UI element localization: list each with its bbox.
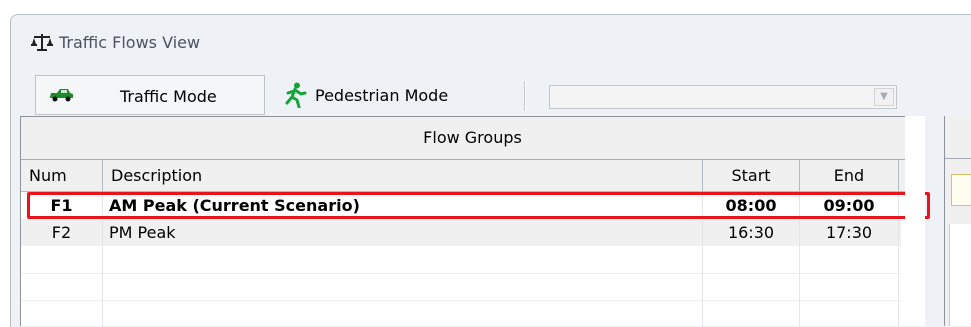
pedestrian-mode-button[interactable]: Pedestrian Mode xyxy=(277,75,507,115)
table-row[interactable]: F1 AM Peak (Current Scenario) 08:00 09:0… xyxy=(21,192,901,219)
flow-groups-table: Flow Groups Num Description Start End F1… xyxy=(20,116,925,327)
chevron-down-icon[interactable]: ▼ xyxy=(874,88,894,106)
car-icon xyxy=(50,89,73,102)
title-bar: Traffic Flows View xyxy=(11,15,971,59)
side-panel-header xyxy=(945,116,971,159)
table-scroll-area[interactable] xyxy=(905,116,925,326)
mode-toolbar: Traffic Mode Pedestrian Mode ▼ xyxy=(27,71,971,121)
column-header-num[interactable]: Num xyxy=(21,160,103,191)
toolbar-separator xyxy=(524,81,526,111)
row-end: 17:30 xyxy=(800,219,899,246)
row-start: 16:30 xyxy=(703,219,800,246)
flow-group-selector[interactable]: ▼ xyxy=(549,85,897,109)
scales-icon xyxy=(31,34,53,51)
row-num: F1 xyxy=(21,192,103,219)
empty-table-row[interactable] xyxy=(21,273,901,301)
side-panel-tab[interactable] xyxy=(951,174,971,206)
row-description: PM Peak xyxy=(103,219,703,246)
traffic-mode-label: Traffic Mode xyxy=(120,87,217,106)
pedestrian-icon xyxy=(285,82,307,108)
column-header-description[interactable]: Description xyxy=(103,160,703,191)
pedestrian-mode-label: Pedestrian Mode xyxy=(315,86,449,105)
traffic-mode-button[interactable]: Traffic Mode xyxy=(35,75,265,115)
table-row[interactable]: F2 PM Peak 16:30 17:30 xyxy=(21,219,901,246)
side-panel-body xyxy=(949,224,971,326)
window-title: Traffic Flows View xyxy=(59,33,201,52)
row-end: 09:00 xyxy=(800,192,899,219)
flow-groups-header: Flow Groups xyxy=(21,117,924,160)
column-header-row: Num Description Start End xyxy=(21,160,924,192)
column-header-start[interactable]: Start xyxy=(703,160,800,191)
empty-table-row[interactable] xyxy=(21,246,901,274)
column-header-end[interactable]: End xyxy=(800,160,899,191)
row-start: 08:00 xyxy=(703,192,800,219)
row-description: AM Peak (Current Scenario) xyxy=(103,192,703,219)
empty-table-row[interactable] xyxy=(21,300,901,327)
side-panel xyxy=(944,116,971,326)
row-num: F2 xyxy=(21,219,103,246)
